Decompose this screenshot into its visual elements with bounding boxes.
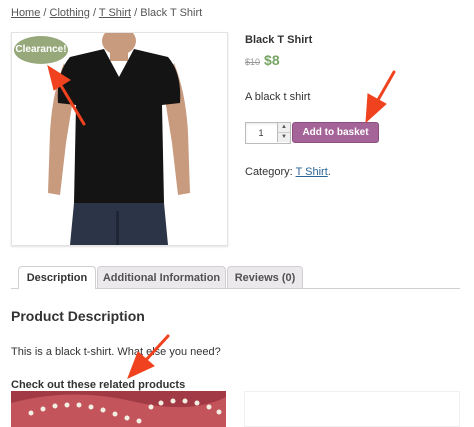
product-image[interactable]: [11, 32, 228, 246]
breadcrumb-separator: /: [43, 7, 47, 19]
short-description: A black t shirt: [245, 91, 311, 103]
tshirt-model-image: [12, 33, 227, 245]
clearance-badge: Clearance!: [14, 36, 68, 64]
quantity-input[interactable]: 1: [246, 123, 276, 143]
related-products-heading: Check out these related products: [11, 379, 186, 391]
breadcrumb-tshirt-link[interactable]: T Shirt: [99, 7, 131, 19]
category-label: Category:: [245, 166, 293, 178]
quantity-stepper[interactable]: 1 ▲ ▼: [245, 122, 291, 144]
old-price: $10: [245, 57, 261, 67]
price: $10 $8: [245, 52, 280, 68]
breadcrumb-current: Black T Shirt: [140, 7, 203, 19]
sale-price: $8: [264, 52, 280, 68]
product-description-text: This is a black t-shirt. What else you n…: [11, 346, 221, 358]
category-link[interactable]: T Shirt: [296, 166, 328, 178]
tab-reviews[interactable]: Reviews (0): [227, 266, 303, 288]
product-title: Black T Shirt: [245, 34, 313, 46]
quantity-increase-icon[interactable]: ▲: [277, 123, 290, 133]
product-description-heading: Product Description: [11, 308, 145, 324]
product-category: Category: T Shirt.: [245, 166, 331, 178]
breadcrumb-clothing-link[interactable]: Clothing: [50, 7, 90, 19]
related-product-image[interactable]: [244, 391, 460, 427]
related-product-image[interactable]: [11, 391, 226, 427]
category-suffix: .: [327, 166, 331, 178]
breadcrumb: Home / Clothing / T Shirt / Black T Shir…: [11, 7, 202, 19]
quantity-decrease-icon[interactable]: ▼: [277, 133, 290, 142]
tab-additional-information[interactable]: Additional Information: [97, 266, 226, 288]
breadcrumb-separator: /: [92, 7, 97, 19]
related-product-fabric-image: [11, 391, 226, 427]
breadcrumb-separator: /: [134, 7, 138, 19]
add-to-basket-button[interactable]: Add to basket: [292, 122, 379, 143]
tab-description[interactable]: Description: [18, 266, 96, 289]
breadcrumb-home-link[interactable]: Home: [11, 7, 40, 19]
